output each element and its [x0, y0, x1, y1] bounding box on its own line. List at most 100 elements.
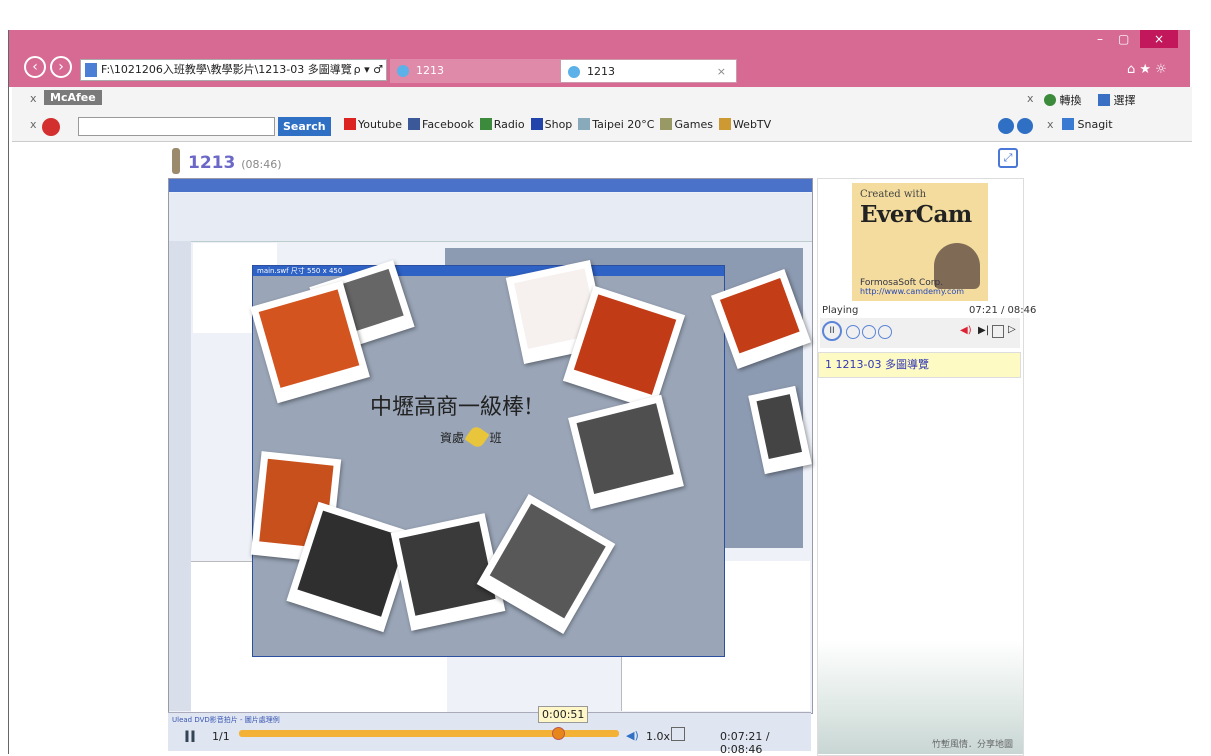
snagit-label: Snagit — [1077, 118, 1113, 131]
quick-link-weather[interactable]: Taipei 20°C — [578, 118, 654, 131]
scenery-banner: 竹塹風情．分享地圖 — [818, 640, 1023, 754]
speaker-icon — [172, 148, 180, 174]
lecture-title-text: 1213 — [188, 153, 236, 173]
tab-1213-active[interactable]: 1213 × — [560, 59, 737, 83]
stop-button[interactable] — [846, 325, 860, 339]
recorded-app-sidebar — [169, 241, 191, 711]
quick-link-flag[interactable]: Shop — [530, 118, 573, 131]
page-icon — [85, 63, 97, 77]
toolbar-close-button[interactable]: x — [30, 92, 37, 105]
quick-link-facebook[interactable]: Facebook — [408, 118, 474, 131]
playlist-item[interactable]: 1 1213-03 多圖導覽 — [818, 352, 1021, 378]
toolbar-right-close-button[interactable]: x — [1027, 92, 1034, 105]
refresh-icon[interactable] — [998, 118, 1014, 134]
toolbar-right-close-button[interactable]: x — [1047, 118, 1054, 131]
quick-link-youtube[interactable]: Youtube — [344, 118, 402, 131]
quick-link-label: Youtube — [358, 118, 402, 131]
pencil-cursor-icon — [464, 424, 490, 450]
address-bar[interactable]: F:\1021206入班教學\教學影片\1213-03 多圖導覽\inc ρ ▾… — [80, 59, 387, 81]
forward-button[interactable] — [878, 325, 892, 339]
quick-link-radio[interactable]: Radio — [479, 118, 525, 131]
restore-button[interactable]: ▢ — [1118, 32, 1129, 46]
fullscreen-button[interactable]: ⤢ — [998, 148, 1018, 168]
mcafee-label: McAfee — [50, 91, 96, 104]
mcafee-button[interactable]: McAfee — [44, 90, 102, 105]
player-status: Playing — [822, 305, 859, 316]
quick-link-label: Facebook — [422, 118, 474, 131]
swf-preview-titlebar: main.swf 尺寸 550 x 450 — [253, 266, 724, 276]
recorded-app-titlebar — [169, 179, 812, 192]
ask-icon — [42, 118, 60, 136]
address-controls[interactable]: ρ ▾ ♂ — [351, 60, 383, 80]
slide-subline: 資處 班 — [440, 424, 502, 450]
tab-1213-inactive[interactable]: 1213 — [390, 59, 560, 83]
volume-icon[interactable]: ◀) — [626, 729, 639, 742]
games-icon — [660, 118, 673, 130]
tab-label: 1213 — [416, 64, 444, 77]
rewind-button[interactable] — [862, 325, 876, 339]
flag-icon — [530, 118, 543, 130]
address-text: F:\1021206入班教學\教學影片\1213-03 多圖導覽\inc — [101, 63, 372, 76]
sync-icon[interactable] — [1017, 118, 1033, 134]
page-indicator: 1/1 — [212, 730, 230, 743]
logo-brand: EverCam — [860, 201, 972, 228]
mcafee-toolbar: x McAfee x 轉換 選擇 — [12, 87, 1192, 113]
forward-button[interactable]: › — [50, 56, 72, 78]
quick-link-games[interactable]: Games — [660, 118, 713, 131]
lecture-title: 1213 (08:46) — [188, 153, 282, 173]
minimize-button[interactable]: – — [1097, 32, 1103, 46]
logo-created-with: Created with — [860, 189, 927, 200]
quick-link-label: Shop — [544, 118, 573, 131]
speed-button[interactable]: 1.0x — [646, 730, 670, 743]
pause-button[interactable]: II — [822, 321, 842, 341]
scenery-caption: 竹塹風情．分享地圖 — [931, 740, 1013, 750]
quick-links: Youtube Facebook Radio Shop Taipei 20°C Games… — [344, 118, 777, 131]
search-input[interactable] — [78, 117, 275, 136]
quick-link-tv[interactable]: WebTV — [718, 118, 772, 131]
skip-icon[interactable]: ▶| — [978, 325, 989, 336]
youtube-icon — [344, 118, 356, 130]
quick-link-label: Games — [674, 118, 713, 131]
tv-icon — [718, 118, 731, 130]
evercam-logo: Created with EverCam FormosaSoft Corp. h… — [852, 183, 988, 301]
weather-icon — [578, 118, 591, 130]
quick-link-label: WebTV — [732, 118, 772, 131]
player-time: 07:21 / 08:46 — [969, 305, 1037, 316]
tab-close-button[interactable]: × — [717, 60, 726, 84]
snagit-button[interactable]: Snagit — [1062, 118, 1113, 131]
elapsed-marker: 0:00:51 — [538, 706, 589, 723]
select-button[interactable]: 選擇 — [1098, 92, 1136, 108]
search-button[interactable]: Search — [278, 117, 331, 136]
translate-label: 轉換 — [1059, 94, 1082, 107]
translate-button[interactable]: 轉換 — [1044, 92, 1082, 108]
zoom-icon[interactable] — [671, 727, 685, 741]
volume-icon[interactable]: ◀) — [960, 325, 972, 336]
lecture-duration: (08:46) — [241, 158, 282, 171]
search-label: Search — [283, 120, 326, 133]
snagit-icon — [1062, 118, 1074, 130]
links-toolbar: x Search Youtube Facebook Radio Shop Taipei … — [12, 113, 1192, 142]
playlist-icon[interactable] — [992, 325, 1004, 338]
tab-label: 1213 — [587, 65, 615, 78]
back-button[interactable]: ‹ — [24, 56, 46, 78]
progress-knob[interactable] — [551, 727, 565, 740]
slide-subline-tail: 班 — [489, 431, 502, 445]
recorded-app-ribbon — [169, 193, 812, 242]
logo-url[interactable]: http://www.camdemy.com — [860, 287, 964, 296]
slide-subline-text: 資處 — [440, 431, 465, 445]
select-label: 選擇 — [1113, 94, 1136, 107]
select-icon — [1098, 94, 1110, 106]
ie-icon — [397, 65, 409, 77]
quick-link-label: Radio — [493, 118, 525, 131]
pause-button[interactable]: II — [184, 727, 196, 746]
recorded-caption: Ulead DVD影音拍片 - 圖片處理例 — [172, 716, 280, 724]
radio-icon — [479, 118, 492, 130]
swf-preview-title: main.swf 尺寸 550 x 450 — [257, 267, 343, 275]
slide-headline: 中壢高商一級棒! — [370, 395, 533, 420]
ie-icon — [568, 66, 580, 78]
toolbar-close-button[interactable]: x — [30, 118, 37, 131]
home-star-gear-icons[interactable]: ⌂ ★ ☼ — [1127, 62, 1167, 77]
playlist-item-label: 1 1213-03 多圖導覽 — [825, 358, 929, 371]
close-button[interactable]: × — [1140, 30, 1178, 48]
pointer-icon[interactable]: ▷ — [1008, 324, 1016, 335]
